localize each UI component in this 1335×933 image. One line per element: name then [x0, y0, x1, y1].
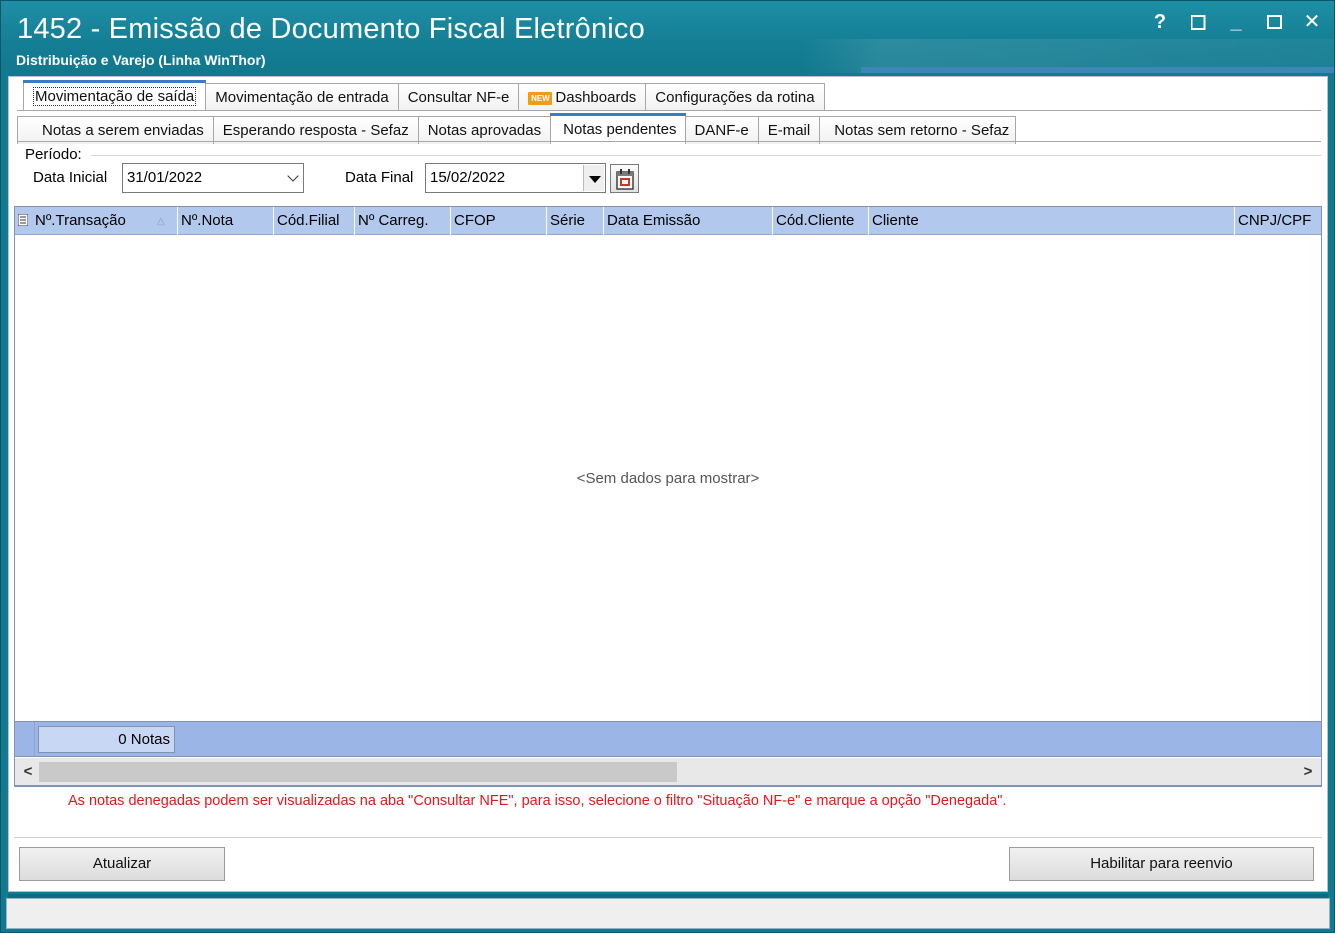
column-header-cod-cliente[interactable]: Cód.Cliente	[773, 207, 869, 235]
notes-grid[interactable]: Nº.Transação △ Nº.Nota Cód.Filial Nº Car…	[14, 206, 1322, 787]
column-label: Cód.Filial	[277, 212, 340, 229]
grid-footer: 0 Notas	[14, 721, 1322, 757]
tab-danfe[interactable]: DANF-e	[684, 116, 759, 144]
periodo-label: Período:	[25, 146, 82, 163]
tab-label: Notas pendentes	[563, 121, 677, 138]
column-header-nota[interactable]: Nº.Nota	[178, 207, 274, 235]
tab-divider	[17, 110, 1321, 111]
grid-header: Nº.Transação △ Nº.Nota Cód.Filial Nº Car…	[15, 207, 1321, 235]
tab-esperando-resposta[interactable]: Esperando resposta - Sefaz	[212, 116, 419, 144]
calendar-button[interactable]	[610, 164, 639, 193]
column-chooser-icon[interactable]	[18, 214, 28, 226]
help-button[interactable]: ?	[1150, 11, 1170, 33]
column-label: CFOP	[454, 212, 496, 229]
dropdown-arrow-icon[interactable]	[583, 165, 604, 191]
restore-icon	[1190, 15, 1206, 30]
sort-ascending-icon: △	[157, 216, 165, 227]
tab-label: Consultar NF-e	[407, 89, 510, 106]
column-header-cliente[interactable]: Cliente	[869, 207, 1235, 235]
atualizar-button[interactable]: Atualizar	[19, 847, 225, 881]
notes-count: 0 Notas	[38, 726, 175, 753]
tab-label: E-mail	[767, 122, 811, 139]
tab-notas-sem-retorno[interactable]: Notas sem retorno - Sefaz	[819, 116, 1017, 144]
tab-label: Configurações da rotina	[655, 89, 815, 106]
chevron-down-icon[interactable]	[287, 170, 299, 182]
column-label: Nº.Nota	[181, 212, 234, 229]
data-inicial-field[interactable]: 31/01/2022	[122, 163, 304, 193]
main-tab-bar: Movimentação de saída Movimentação de en…	[23, 80, 825, 111]
column-header-cnpj-cpf[interactable]: CNPJ/CPF	[1235, 207, 1321, 235]
tab-consultar-nfe[interactable]: Consultar NF-e	[397, 83, 520, 111]
tab-notas-pendentes[interactable]: Notas pendentes	[550, 113, 686, 144]
app-window: 1452 - Emissão de Documento Fiscal Eletr…	[0, 0, 1335, 933]
column-label: Nº.Transação	[35, 212, 126, 229]
status-bar	[6, 898, 1330, 929]
tab-movimentacao-entrada[interactable]: Movimentação de entrada	[205, 83, 399, 111]
periodo-group-line	[91, 155, 1321, 156]
tab-label: Notas a serem enviadas	[42, 122, 204, 139]
title-bar[interactable]: 1452 - Emissão de Documento Fiscal Eletr…	[1, 1, 1334, 73]
column-label: Cód.Cliente	[776, 212, 855, 229]
tab-label: Notas sem retorno - Sefaz	[834, 122, 1010, 139]
tab-label: Movimentação de saída	[33, 87, 197, 106]
data-inicial-value: 31/01/2022	[127, 169, 203, 186]
column-label: Cliente	[872, 212, 919, 229]
column-header-serie[interactable]: Série	[547, 207, 604, 235]
column-label: CNPJ/CPF	[1238, 212, 1312, 229]
scroll-right-icon[interactable]: >	[1299, 762, 1317, 782]
button-separator	[14, 837, 1322, 838]
tab-label: DANF-e	[694, 122, 749, 139]
tab-movimentacao-saida[interactable]: Movimentação de saída	[23, 80, 207, 111]
column-label: Data Emissão	[607, 212, 701, 229]
tab-divider	[17, 141, 1321, 142]
footer-indicator	[15, 722, 35, 756]
new-badge-icon: NEW	[528, 92, 553, 105]
restore-button[interactable]	[1188, 11, 1208, 33]
tab-email[interactable]: E-mail	[757, 116, 821, 144]
tab-configuracoes[interactable]: Configurações da rotina	[645, 83, 825, 111]
client-area: Movimentação de saída Movimentação de en…	[8, 76, 1328, 892]
tab-label: Esperando resposta - Sefaz	[222, 122, 409, 139]
tab-label: Notas aprovadas	[427, 122, 542, 139]
column-label: Série	[550, 212, 586, 229]
data-final-value: 15/02/2022	[430, 169, 506, 186]
tab-dashboards[interactable]: NEW Dashboards	[518, 83, 647, 111]
column-header-cfop[interactable]: CFOP	[451, 207, 547, 235]
window-title: 1452 - Emissão de Documento Fiscal Eletr…	[17, 13, 645, 45]
data-final-field[interactable]: 15/02/2022	[425, 163, 606, 193]
maximize-icon	[1266, 15, 1282, 29]
habilitar-reenvio-button[interactable]: Habilitar para reenvio	[1009, 847, 1314, 881]
close-button[interactable]: ✕	[1302, 11, 1322, 33]
column-label: Nº Carreg.	[358, 212, 429, 229]
tab-notas-aprovadas[interactable]: Notas aprovadas	[417, 116, 552, 144]
column-header-cod-filial[interactable]: Cód.Filial	[274, 207, 355, 235]
minimize-button[interactable]: _	[1226, 11, 1246, 33]
data-final-label: Data Final	[345, 169, 414, 186]
horizontal-scrollbar[interactable]: < >	[14, 758, 1322, 786]
column-header-data-emissao[interactable]: Data Emissão	[604, 207, 773, 235]
scroll-thumb[interactable]	[39, 762, 677, 782]
column-header-carregamento[interactable]: Nº Carreg.	[355, 207, 451, 235]
window-subtitle: Distribuição e Varejo (Linha WinThor)	[16, 52, 266, 68]
scroll-left-icon[interactable]: <	[19, 762, 37, 782]
tab-notas-a-serem-enviadas[interactable]: Notas a serem enviadas	[17, 116, 214, 144]
tab-label: Dashboards	[555, 89, 637, 106]
denegadas-note: As notas denegadas podem ser visualizada…	[68, 793, 1007, 809]
calendar-icon	[616, 169, 634, 190]
window-controls: ? _ ✕	[1150, 11, 1322, 33]
maximize-button[interactable]	[1264, 11, 1284, 33]
sub-tab-bar: Notas a serem enviadas Esperando respost…	[17, 113, 1017, 144]
title-accent-stripe	[861, 67, 1334, 73]
data-inicial-label: Data Inicial	[33, 169, 108, 186]
tab-label: Movimentação de entrada	[215, 89, 389, 106]
empty-grid-message: <Sem dados para mostrar>	[576, 470, 760, 487]
